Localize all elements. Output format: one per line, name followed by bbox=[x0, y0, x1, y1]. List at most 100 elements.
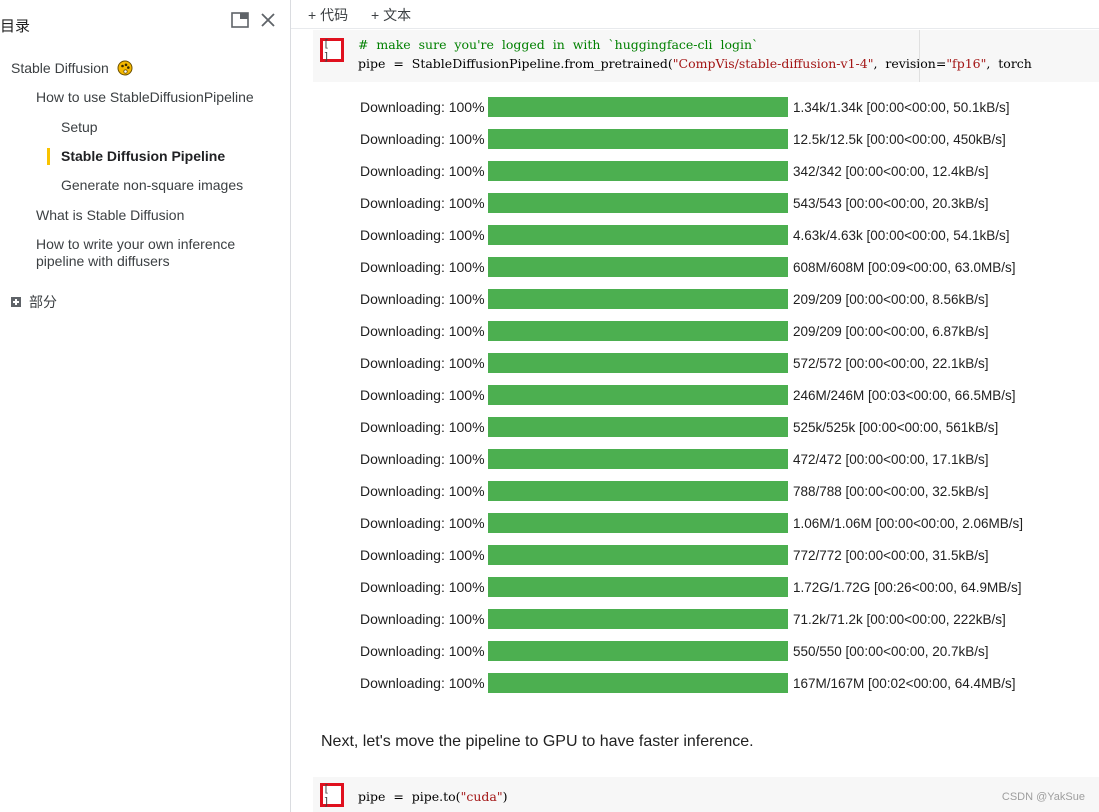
download-info: 1.06M/1.06M [00:00<00:00, 2.06MB/s] bbox=[793, 515, 1024, 531]
download-info: 209/209 [00:00<00:00, 8.56kB/s] bbox=[793, 291, 989, 307]
download-progress-row: Downloading: 100% 472/472 [00:00<00:00, 1… bbox=[360, 449, 989, 469]
download-progress-row: Downloading: 100% 246M/246M [00:03<00:00,… bbox=[360, 385, 1016, 405]
section-label: 部分 bbox=[29, 294, 57, 310]
progress-fill bbox=[488, 449, 788, 469]
toc-item-how-to-use[interactable]: How to use StableDiffusionPipeline bbox=[36, 89, 254, 106]
download-progress-row: Downloading: 100% 788/788 [00:00<00:00, 3… bbox=[360, 481, 989, 501]
download-info: 342/342 [00:00<00:00, 12.4kB/s] bbox=[793, 163, 989, 179]
download-progress-row: Downloading: 100% 4.63k/4.63k [00:00<00:0… bbox=[360, 225, 1010, 245]
code-line-pipe: pipe = StableDiffusionPipeline.from_pret… bbox=[358, 56, 1032, 71]
download-info: 472/472 [00:00<00:00, 17.1kB/s] bbox=[793, 451, 989, 467]
toc-item-stable-diffusion-pipeline[interactable]: Stable Diffusion Pipeline bbox=[61, 148, 225, 165]
code-token: , revision= bbox=[873, 56, 947, 71]
download-progress-row: Downloading: 100% 608M/608M [00:09<00:00,… bbox=[360, 257, 1016, 277]
progress-fill bbox=[488, 289, 788, 309]
progress-bar bbox=[488, 673, 788, 693]
progress-fill bbox=[488, 609, 788, 629]
progress-fill bbox=[488, 193, 788, 213]
toc-item-label-line2: pipeline with diffusers bbox=[36, 253, 170, 269]
progress-bar bbox=[488, 129, 788, 149]
progress-fill bbox=[488, 321, 788, 341]
download-label: Downloading: 100% bbox=[360, 419, 485, 435]
toc-tools bbox=[231, 11, 277, 29]
download-label: Downloading: 100% bbox=[360, 643, 485, 659]
download-progress-row: Downloading: 100% 550/550 [00:00<00:00, 2… bbox=[360, 641, 989, 661]
progress-bar bbox=[488, 417, 788, 437]
progress-fill bbox=[488, 257, 788, 277]
palette-emoji-icon bbox=[117, 60, 133, 80]
table-of-contents-panel: 目录 Stable Diffusion How to use StableDif… bbox=[0, 0, 291, 812]
close-icon[interactable] bbox=[259, 11, 277, 29]
download-progress-row: Downloading: 100% 209/209 [00:00<00:00, 8… bbox=[360, 289, 989, 309]
notebook-toolbar: + 代码 + 文本 bbox=[291, 0, 1099, 29]
expand-plus-icon bbox=[11, 297, 21, 307]
download-label: Downloading: 100% bbox=[360, 611, 485, 627]
toc-item-write-own-inference[interactable]: How to write your own inference pipeline… bbox=[36, 236, 235, 270]
download-label: Downloading: 100% bbox=[360, 195, 485, 211]
run-cell-button[interactable]: [ ] bbox=[320, 37, 344, 63]
progress-fill bbox=[488, 481, 788, 501]
download-info: 543/543 [00:00<00:00, 20.3kB/s] bbox=[793, 195, 989, 211]
download-label: Downloading: 100% bbox=[360, 483, 485, 499]
download-progress-row: Downloading: 100% 572/572 [00:00<00:00, 2… bbox=[360, 353, 989, 373]
progress-bar bbox=[488, 193, 788, 213]
download-label: Downloading: 100% bbox=[360, 355, 485, 371]
download-info: 246M/246M [00:03<00:00, 66.5MB/s] bbox=[793, 387, 1016, 403]
download-info: 209/209 [00:00<00:00, 6.87kB/s] bbox=[793, 323, 989, 339]
download-progress-row: Downloading: 100% 772/772 [00:00<00:00, 3… bbox=[360, 545, 989, 565]
code-line-comment: # make sure you're logged in with `huggi… bbox=[358, 37, 758, 52]
progress-fill bbox=[488, 545, 788, 565]
download-progress-row: Downloading: 100% 525k/525k [00:00<00:00,… bbox=[360, 417, 998, 437]
progress-fill bbox=[488, 161, 788, 181]
run-cell-button[interactable]: [ ] bbox=[320, 782, 344, 808]
download-label: Downloading: 100% bbox=[360, 675, 485, 691]
toc-item-non-square[interactable]: Generate non-square images bbox=[61, 177, 243, 194]
code-token: , torch bbox=[986, 56, 1032, 71]
download-label: Downloading: 100% bbox=[360, 99, 485, 115]
download-info: 71.2k/71.2k [00:00<00:00, 222kB/s] bbox=[793, 611, 1006, 627]
download-label: Downloading: 100% bbox=[360, 131, 485, 147]
progress-fill bbox=[488, 353, 788, 373]
progress-fill bbox=[488, 129, 788, 149]
download-info: 12.5k/12.5k [00:00<00:00, 450kB/s] bbox=[793, 131, 1006, 147]
progress-bar bbox=[488, 481, 788, 501]
progress-fill bbox=[488, 513, 788, 533]
progress-fill bbox=[488, 385, 788, 405]
progress-bar bbox=[488, 513, 788, 533]
toc-title: 目录 bbox=[0, 18, 31, 35]
progress-fill bbox=[488, 641, 788, 661]
download-progress-row: Downloading: 100% 1.06M/1.06M [00:00<00:0… bbox=[360, 513, 1023, 533]
download-info: 788/788 [00:00<00:00, 32.5kB/s] bbox=[793, 483, 989, 499]
download-label: Downloading: 100% bbox=[360, 227, 485, 243]
download-label: Downloading: 100% bbox=[360, 259, 485, 275]
progress-fill bbox=[488, 673, 788, 693]
download-info: 572/572 [00:00<00:00, 22.1kB/s] bbox=[793, 355, 989, 371]
download-progress-row: Downloading: 100% 167M/167M [00:02<00:00,… bbox=[360, 673, 1016, 693]
code-token: ) bbox=[502, 789, 508, 804]
download-progress-row: Downloading: 100% 1.72G/1.72G [00:26<00:0… bbox=[360, 577, 1022, 597]
progress-bar bbox=[488, 641, 788, 661]
progress-fill bbox=[488, 417, 788, 437]
progress-bar bbox=[488, 289, 788, 309]
download-label: Downloading: 100% bbox=[360, 515, 485, 531]
download-info: 772/772 [00:00<00:00, 31.5kB/s] bbox=[793, 547, 989, 563]
download-info: 4.63k/4.63k [00:00<00:00, 54.1kB/s] bbox=[793, 227, 1010, 243]
download-label: Downloading: 100% bbox=[360, 163, 485, 179]
open-in-tab-icon[interactable] bbox=[231, 11, 249, 29]
add-text-button[interactable]: + 文本 bbox=[371, 5, 411, 25]
code-token: pipe = pipe.to( bbox=[358, 789, 461, 804]
progress-fill bbox=[488, 97, 788, 117]
progress-bar bbox=[488, 161, 788, 181]
download-info: 525k/525k [00:00<00:00, 561kB/s] bbox=[793, 419, 999, 435]
toc-item-what-is[interactable]: What is Stable Diffusion bbox=[36, 207, 184, 224]
download-label: Downloading: 100% bbox=[360, 451, 485, 467]
progress-bar bbox=[488, 385, 788, 405]
toc-item-setup[interactable]: Setup bbox=[61, 119, 98, 136]
code-token: pipe = StableDiffusionPipeline.from_pret… bbox=[358, 56, 673, 71]
toc-section-expander[interactable]: 部分 bbox=[11, 292, 57, 312]
progress-bar bbox=[488, 545, 788, 565]
add-code-button[interactable]: + 代码 bbox=[308, 5, 348, 25]
toc-item-stable-diffusion[interactable]: Stable Diffusion bbox=[11, 60, 133, 80]
download-info: 550/550 [00:00<00:00, 20.7kB/s] bbox=[793, 643, 989, 659]
download-progress-row: Downloading: 100% 209/209 [00:00<00:00, 6… bbox=[360, 321, 989, 341]
